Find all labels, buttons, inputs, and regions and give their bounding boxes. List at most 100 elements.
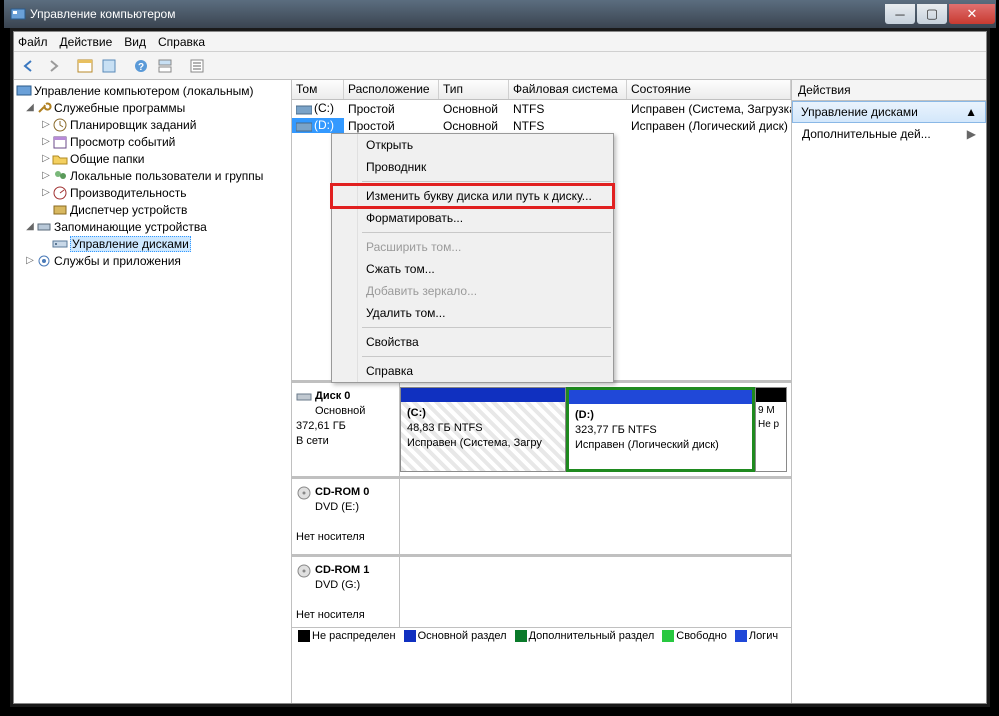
disk-empty: Нет носителя <box>296 609 365 621</box>
legend-swatch-free <box>662 630 674 642</box>
chevron-right-icon: ▶ <box>967 127 976 141</box>
tree-system-tools[interactable]: ◢ Служебные программы <box>16 99 289 116</box>
disk-title: Диск 0 <box>315 390 350 402</box>
col-layout[interactable]: Расположение <box>344 80 439 99</box>
disk-0-info[interactable]: Диск 0 Основной 372,61 ГБ В сети <box>292 383 400 476</box>
cd-icon <box>296 485 312 506</box>
partition-c[interactable]: (C:) 48,83 ГБ NTFS Исправен (Система, За… <box>400 387 566 472</box>
expand-icon[interactable]: ▷ <box>40 136 52 147</box>
tree-disk-management[interactable]: Управление дисками <box>16 235 289 252</box>
cm-explorer[interactable]: Проводник <box>332 156 613 178</box>
tree-performance[interactable]: ▷ Производительность <box>16 184 289 201</box>
tree-label: Локальные пользователи и группы <box>70 169 263 183</box>
volume-row-d[interactable]: (D:) Простой Основной NTFS Исправен (Лог… <box>292 117 791 134</box>
menu-action[interactable]: Действие <box>60 35 113 49</box>
actions-pane: Действия Управление дисками ▲ Дополнител… <box>792 80 986 703</box>
disk-size: 372,61 ГБ <box>296 420 346 432</box>
volume-row-c[interactable]: (C:) Простой Основной NTFS Исправен (Сис… <box>292 100 791 117</box>
maximize-button[interactable]: ▢ <box>917 4 947 24</box>
services-icon <box>36 253 52 269</box>
disk-type: Основной <box>315 405 365 417</box>
tree-shared-folders[interactable]: ▷ Общие папки <box>16 150 289 167</box>
cm-properties[interactable]: Свойства <box>332 331 613 353</box>
tree-event-viewer[interactable]: ▷ Просмотр событий <box>16 133 289 150</box>
cm-open[interactable]: Открыть <box>332 134 613 156</box>
col-volume[interactable]: Том <box>292 80 344 99</box>
cell: (D:) <box>314 118 334 132</box>
cm-delete[interactable]: Удалить том... <box>332 302 613 324</box>
expand-icon[interactable]: ▷ <box>40 170 52 181</box>
legend-label: Дополнительный раздел <box>529 630 655 642</box>
cdrom-0-info[interactable]: CD-ROM 0 DVD (E:) Нет носителя <box>292 479 400 554</box>
forward-button[interactable] <box>42 55 64 77</box>
menu-view[interactable]: Вид <box>124 35 146 49</box>
settings-button[interactable] <box>186 55 208 77</box>
title-bar[interactable]: Управление компьютером ─ ▢ ✕ <box>4 0 996 28</box>
expand-icon[interactable]: ▷ <box>40 187 52 198</box>
menu-help[interactable]: Справка <box>158 35 205 49</box>
storage-icon <box>36 219 52 235</box>
cm-help[interactable]: Справка <box>332 360 613 382</box>
partition-label: (D:) <box>575 409 594 421</box>
legend-label: Не распределен <box>312 630 396 642</box>
collapse-icon[interactable]: ◢ <box>24 102 36 113</box>
calendar-icon <box>52 134 68 150</box>
tree-label: Производительность <box>70 186 186 200</box>
col-fs[interactable]: Файловая система <box>509 80 627 99</box>
disk-title: CD-ROM 0 <box>315 486 369 498</box>
back-button[interactable] <box>18 55 40 77</box>
app-icon <box>10 6 26 22</box>
tree-label: Общие папки <box>70 152 144 166</box>
clock-icon <box>52 117 68 133</box>
tree-label: Служебные программы <box>54 101 185 115</box>
tree-storage[interactable]: ◢ Запоминающие устройства <box>16 218 289 235</box>
navigation-tree[interactable]: Управление компьютером (локальным) ◢ Слу… <box>14 80 292 703</box>
disk-title: CD-ROM 1 <box>315 564 369 576</box>
actions-more[interactable]: Дополнительные дей... ▶ <box>792 123 986 145</box>
view-top-button[interactable] <box>154 55 176 77</box>
legend-label: Свободно <box>676 630 727 642</box>
legend-swatch-unalloc <box>298 630 310 642</box>
tree-root-label: Управление компьютером (локальным) <box>34 84 254 98</box>
tree-task-scheduler[interactable]: ▷ Планировщик заданий <box>16 116 289 133</box>
actions-more-label: Дополнительные дей... <box>802 127 931 141</box>
disk-status: В сети <box>296 435 329 447</box>
col-type[interactable]: Тип <box>439 80 509 99</box>
cm-shrink[interactable]: Сжать том... <box>332 258 613 280</box>
menu-file[interactable]: Файл <box>18 35 48 49</box>
partition-d[interactable]: (D:) 323,77 ГБ NTFS Исправен (Логический… <box>566 387 755 472</box>
col-status[interactable]: Состояние <box>627 80 791 99</box>
legend-swatch-primary <box>404 630 416 642</box>
tree-label: Планировщик заданий <box>70 118 196 132</box>
partition-unallocated[interactable]: 9 М Не р <box>755 387 787 472</box>
collapse-icon[interactable]: ◢ <box>24 221 36 232</box>
context-menu[interactable]: Открыть Проводник Изменить букву диска и… <box>331 133 614 383</box>
show-hide-tree-button[interactable] <box>74 55 96 77</box>
close-button[interactable]: ✕ <box>949 4 995 24</box>
properties-button[interactable] <box>98 55 120 77</box>
partition-status: Исправен (Система, Загру <box>407 437 542 449</box>
cm-format[interactable]: Форматировать... <box>332 207 613 229</box>
cell: NTFS <box>509 102 627 116</box>
minimize-button[interactable]: ─ <box>885 4 915 24</box>
expand-icon[interactable]: ▷ <box>40 119 52 130</box>
volume-list-header[interactable]: Том Расположение Тип Файловая система Со… <box>292 80 791 100</box>
cell: Исправен (Система, Загрузка, Фа <box>627 102 791 116</box>
expand-icon[interactable]: ▷ <box>40 153 52 164</box>
cell: NTFS <box>509 119 627 133</box>
tools-icon <box>36 100 52 116</box>
cdrom-1-info[interactable]: CD-ROM 1 DVD (G:) Нет носителя <box>292 557 400 627</box>
cdrom-0-block: CD-ROM 0 DVD (E:) Нет носителя <box>292 479 791 557</box>
tree-local-users[interactable]: ▷ Локальные пользователи и группы <box>16 167 289 184</box>
tree-device-manager[interactable]: Диспетчер устройств <box>16 201 289 218</box>
help-button[interactable]: ? <box>130 55 152 77</box>
tree-root[interactable]: Управление компьютером (локальным) <box>16 82 289 99</box>
tree-label: Просмотр событий <box>70 135 175 149</box>
collapse-icon: ▲ <box>965 105 977 119</box>
actions-selected[interactable]: Управление дисками ▲ <box>792 101 986 123</box>
actions-header: Действия <box>792 80 986 101</box>
cm-change-drive-letter[interactable]: Изменить букву диска или путь к диску... <box>332 185 613 207</box>
expand-icon[interactable]: ▷ <box>24 255 36 266</box>
drive-icon <box>296 120 312 133</box>
tree-services[interactable]: ▷ Службы и приложения <box>16 252 289 269</box>
